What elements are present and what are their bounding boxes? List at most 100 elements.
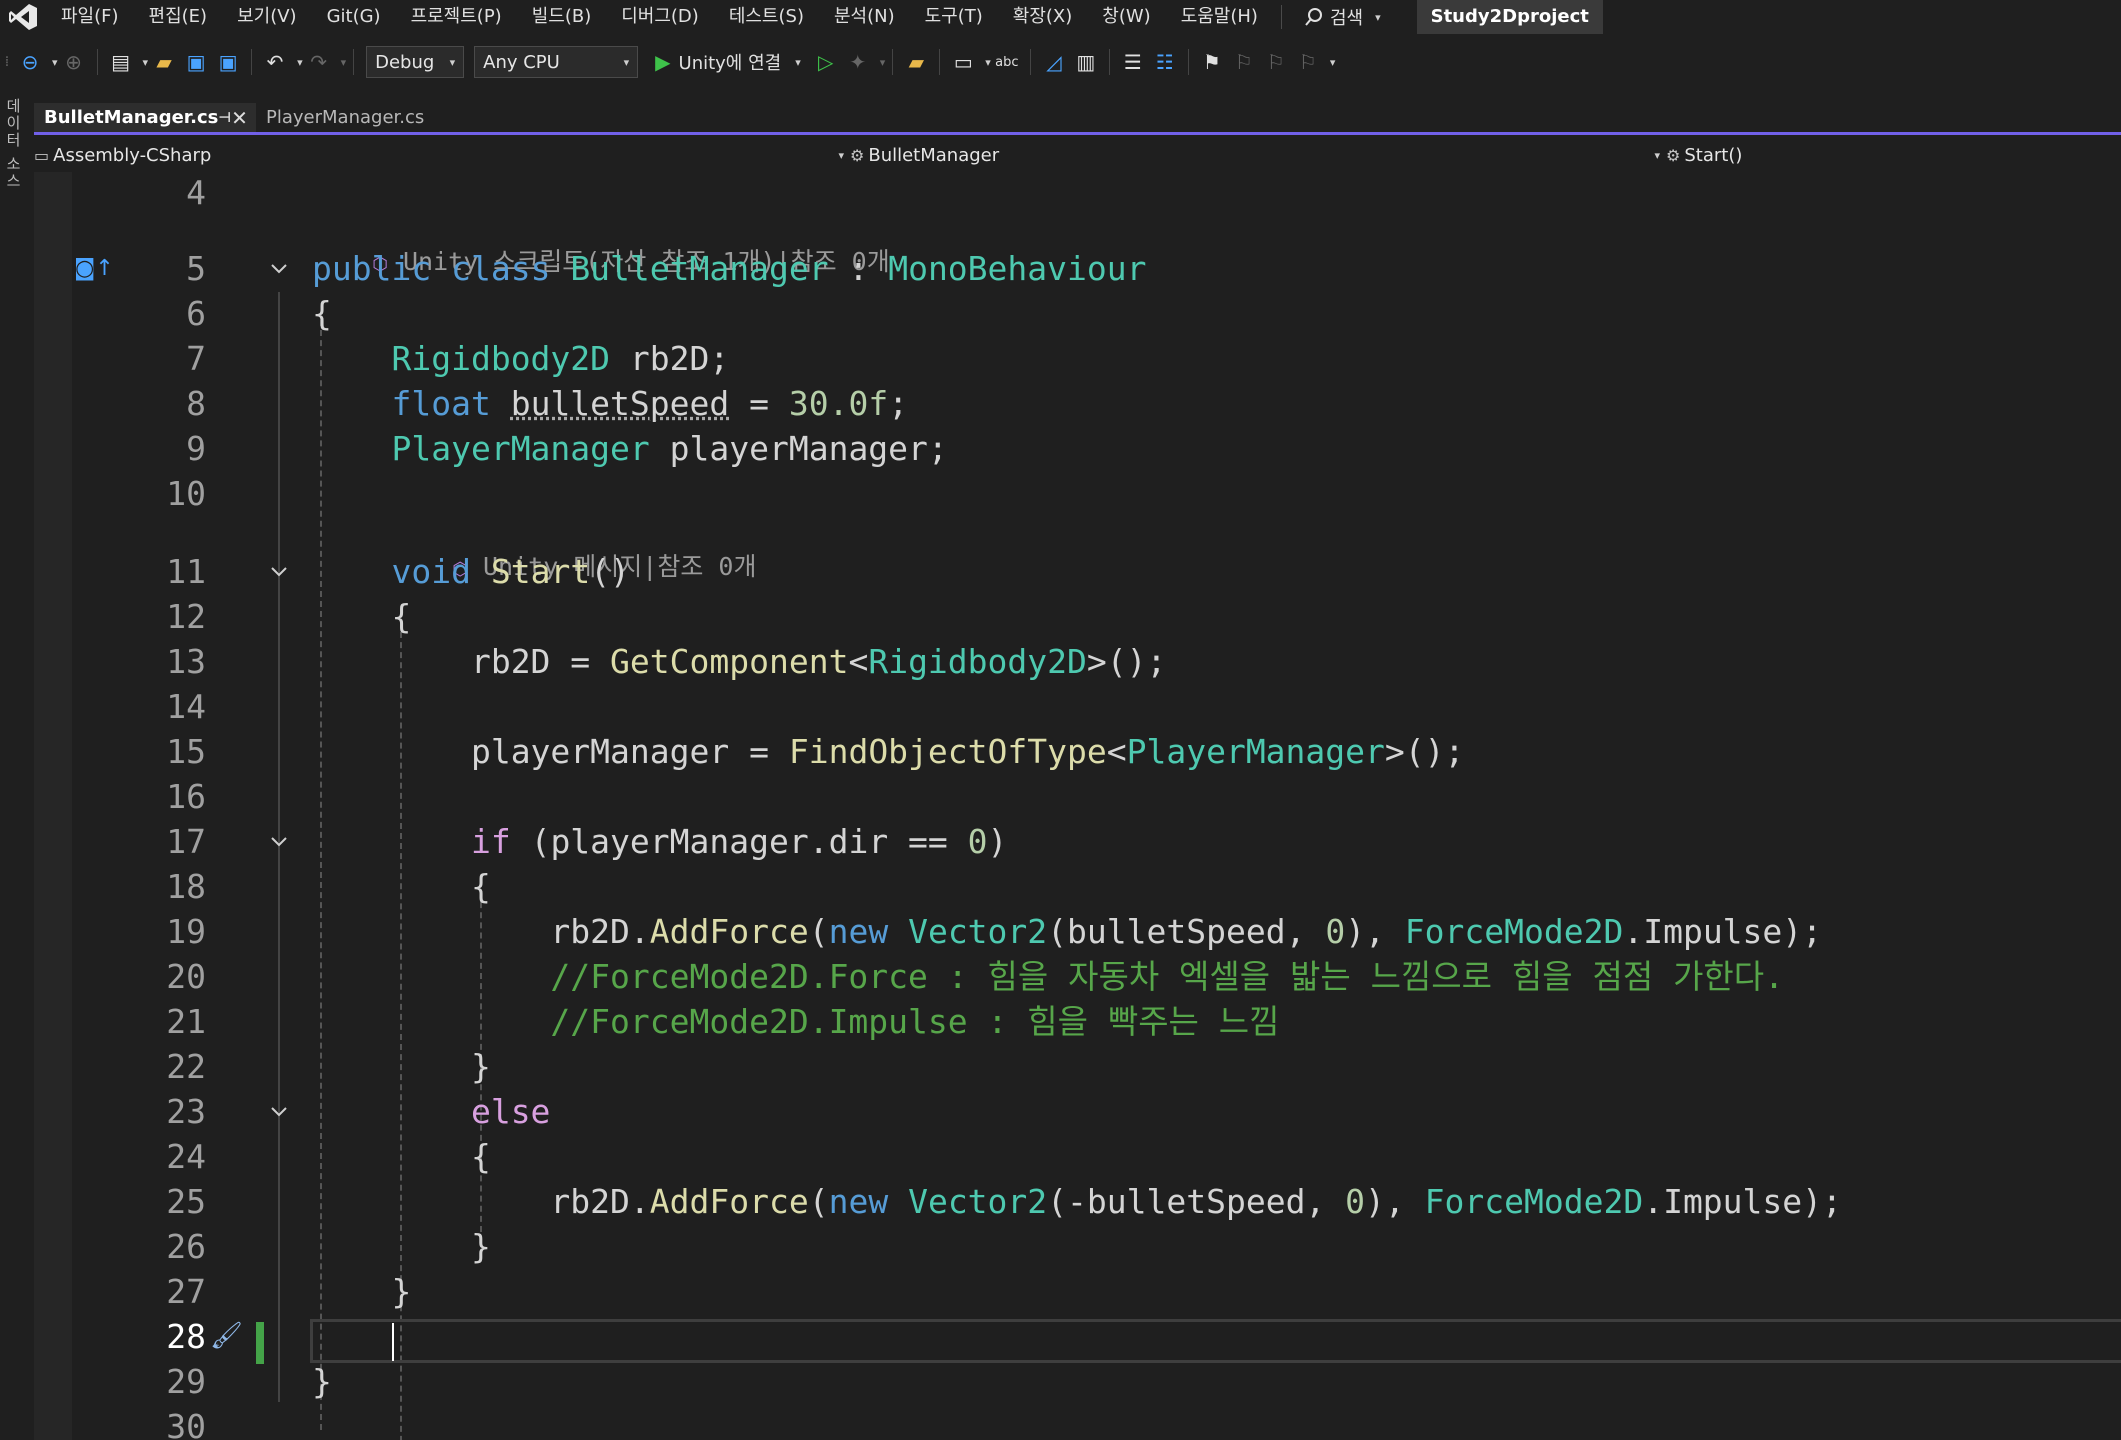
code-line: 30 [34, 1404, 2121, 1440]
attach-unity-label: Unity에 연결 [678, 53, 782, 74]
menu-window[interactable]: 창(W) [1087, 0, 1165, 34]
uncomment-lines-icon[interactable]: ☷ [1152, 47, 1178, 77]
project-icon: ▭ [34, 145, 50, 165]
code-line: 23 else [34, 1089, 2121, 1134]
tab-bulletmanager[interactable]: BulletManager.cs ⊣ ✕ [34, 103, 256, 132]
line-number: 10 [166, 474, 206, 513]
code-text: float bulletSpeed = 30.0f; [391, 384, 909, 423]
member-dropdown[interactable]: ⚙ Start() [1666, 140, 2086, 170]
comment-lines-icon[interactable]: ☰ [1120, 47, 1146, 77]
spell-check-icon[interactable]: abc [994, 47, 1020, 77]
bookmark-icon[interactable]: ⚑ [1199, 47, 1225, 77]
visual-studio-logo-icon[interactable] [0, 0, 46, 34]
toolbar-overflow-icon[interactable]: ▾ [1330, 56, 1336, 69]
type-dropdown[interactable]: ⚙ BulletManager ▾ [850, 140, 1666, 170]
chevron-down-icon[interactable]: ▾ [985, 56, 991, 69]
line-number: 25 [166, 1182, 206, 1221]
undo-icon[interactable]: ↶ [262, 47, 288, 77]
solution-name[interactable]: Study2Dproject [1416, 0, 1603, 34]
menu-analyze[interactable]: 분석(N) [819, 0, 910, 34]
collapse-icon[interactable] [268, 246, 290, 291]
new-project-icon[interactable]: ▤ [108, 47, 134, 77]
menu-edit[interactable]: 편집(E) [134, 0, 223, 34]
previous-bookmark-icon[interactable]: ⚐ [1231, 47, 1257, 77]
line-number: 12 [166, 597, 206, 636]
collapse-icon[interactable] [268, 1089, 290, 1134]
open-file-icon[interactable]: ▰ [151, 47, 177, 77]
chevron-down-icon[interactable]: ▾ [880, 56, 886, 69]
code-line: 29 } [34, 1359, 2121, 1404]
save-icon[interactable]: ▣ [183, 47, 209, 77]
project-value: Assembly-CSharp [53, 144, 212, 166]
save-all-icon[interactable]: ▣ [215, 47, 241, 77]
code-editor[interactable]: ⬡ Unity 스크립트(자산 참조 1개)|참조 0개 ⬡ Unity 메시지… [34, 172, 2121, 1440]
side-tool-strip [0, 82, 26, 1440]
menu-build[interactable]: 빌드(B) [517, 0, 607, 34]
line-number: 24 [166, 1137, 206, 1176]
line-number: 27 [166, 1272, 206, 1311]
next-bookmark-icon[interactable]: ⚐ [1263, 47, 1289, 77]
platform-select[interactable]: Any CPU ▾ [474, 46, 639, 78]
member-value: Start() [1684, 144, 1743, 166]
data-sources-tab[interactable]: 데이터 소스 [2, 98, 24, 190]
codelens-method[interactable]: ⬡ Unity 메시지|참조 0개 [392, 516, 756, 581]
code-text: if (playerManager.dir == 0) [470, 822, 1008, 861]
code-text: } [470, 1227, 491, 1266]
collapse-icon[interactable] [268, 819, 290, 864]
menu-test[interactable]: 테스트(S) [714, 0, 819, 34]
project-dropdown[interactable]: ▭ Assembly-CSharp ▾ [34, 140, 850, 170]
method-icon: ⚙ [1666, 145, 1681, 165]
code-line: 17 if (playerManager.dir == 0) [34, 819, 2121, 864]
menu-help[interactable]: 도움말(H) [1166, 0, 1273, 34]
inheritance-margin-icon[interactable]: ◙↑ [74, 246, 114, 291]
quick-action-brush-icon[interactable]: 🖌 [210, 1314, 243, 1359]
line-number: 6 [186, 294, 206, 333]
navigate-forward-icon[interactable]: ⊕ [61, 47, 87, 77]
navigate-back-icon[interactable]: ⊖ [17, 47, 43, 77]
code-text: else [470, 1092, 551, 1131]
code-text: //ForceMode2D.Force : 힘을 자동차 엑셀을 밟는 느낌으로… [550, 957, 1785, 996]
code-text: } [391, 1272, 412, 1311]
window-layout-icon[interactable]: ▭ [950, 47, 976, 77]
code-line: 6 { [34, 291, 2121, 336]
chevron-down-icon[interactable]: ▾ [52, 56, 58, 69]
code-line: 10 [34, 471, 2121, 516]
tab-playermanager[interactable]: PlayerManager.cs [256, 103, 466, 132]
start-without-debugging-icon[interactable]: ▷ [813, 47, 839, 77]
code-line: 27 } [34, 1269, 2121, 1314]
chevron-down-icon[interactable]: ▾ [297, 56, 303, 69]
line-number: 9 [186, 429, 206, 468]
code-map-icon[interactable]: ▥ [1073, 47, 1099, 77]
code-line: 14 [34, 684, 2121, 729]
code-line: 20 //ForceMode2D.Force : 힘을 자동차 엑셀을 밟는 느… [34, 954, 2121, 999]
attach-unity-button[interactable]: ▶ Unity에 연결 ▾ [655, 49, 801, 75]
search-button[interactable]: 검색 ▾ [1290, 4, 1395, 30]
menu-debug[interactable]: 디버그(D) [606, 0, 714, 34]
clear-bookmarks-icon[interactable]: ⚐ [1295, 47, 1321, 77]
menu-file[interactable]: 파일(F) [46, 0, 134, 34]
menu-project[interactable]: 프로젝트(P) [396, 0, 517, 34]
line-number: 4 [186, 173, 206, 212]
code-text: { [312, 294, 332, 333]
chevron-down-icon[interactable]: ▾ [341, 56, 347, 69]
pin-icon[interactable]: ⊣ [218, 110, 231, 126]
chevron-down-icon: ▾ [795, 55, 801, 69]
menu-tools[interactable]: 도구(T) [910, 0, 998, 34]
line-number: 15 [166, 732, 206, 771]
collapse-icon[interactable] [268, 549, 290, 594]
menu-extensions[interactable]: 확장(X) [998, 0, 1088, 34]
code-text: rb2D = GetComponent<Rigidbody2D>(); [470, 642, 1167, 681]
code-line: 16 [34, 774, 2121, 819]
close-icon[interactable]: ✕ [231, 106, 248, 130]
configuration-select[interactable]: Debug ▾ [366, 46, 465, 78]
codelens-class[interactable]: ⬡ Unity 스크립트(자산 참조 1개)|참조 0개 [312, 211, 890, 276]
solution-explorer-icon[interactable]: ▰ [903, 47, 929, 77]
hot-reload-icon[interactable]: ✦ [845, 47, 871, 77]
chevron-down-icon[interactable]: ▾ [143, 56, 149, 69]
menu-git[interactable]: Git(G) [312, 0, 396, 34]
menu-view[interactable]: 보기(V) [222, 0, 311, 34]
search-icon [1305, 8, 1322, 26]
redo-icon[interactable]: ↷ [306, 47, 332, 77]
select-region-icon[interactable]: ◿ [1041, 47, 1067, 77]
toolbar-divider [96, 49, 98, 75]
